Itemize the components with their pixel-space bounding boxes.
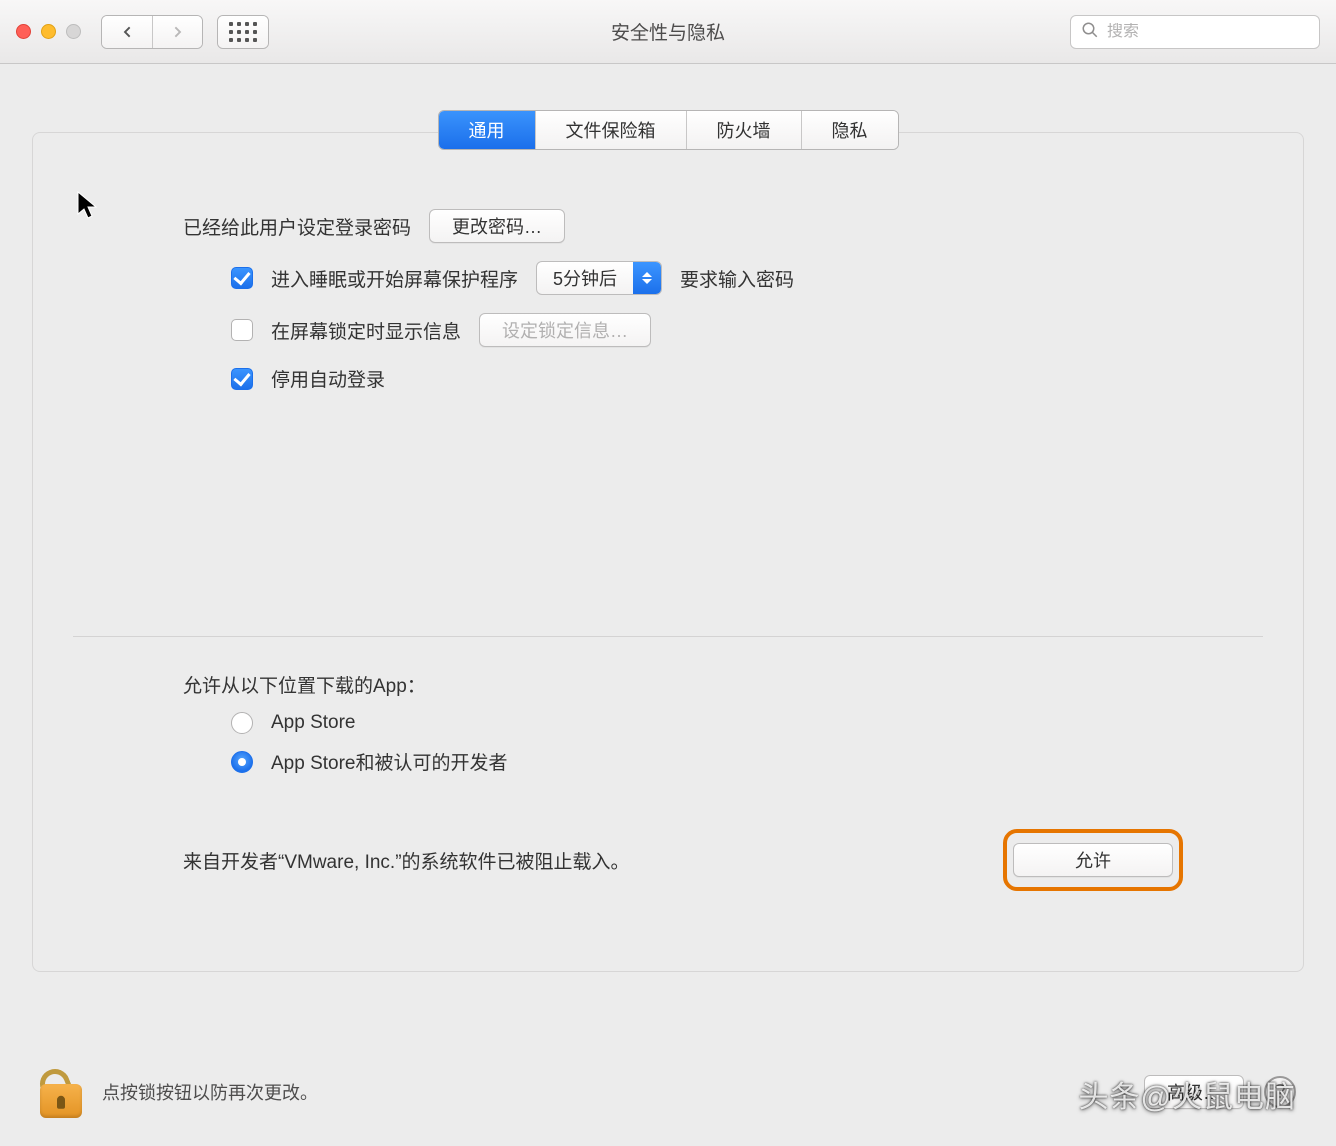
forward-button (152, 16, 202, 48)
window-titlebar: 安全性与隐私 (0, 0, 1336, 64)
window-title: 安全性与隐私 (611, 18, 725, 45)
footer: 点按锁按钮以防再次更改。 高级… ? (0, 1038, 1336, 1146)
search-icon (1081, 21, 1099, 43)
lock-icon[interactable] (40, 1066, 82, 1118)
help-button[interactable]: ? (1264, 1076, 1296, 1108)
downloads-heading: 允许从以下位置下载的App： (183, 671, 426, 698)
require-password-delay-select[interactable]: 5分钟后 (536, 261, 662, 295)
tab-bar: 通用 文件保险箱 防火墙 隐私 (32, 110, 1304, 150)
select-value: 5分钟后 (537, 265, 633, 291)
general-panel: 已经给此用户设定登录密码 更改密码… 进入睡眠或开始屏幕保护程序 5分钟后 要求… (32, 132, 1304, 972)
allow-button[interactable]: 允许 (1013, 843, 1173, 877)
chevron-right-icon (170, 24, 186, 40)
download-option-appstore-label: App Store (271, 712, 356, 734)
nav-back-forward (101, 15, 203, 49)
lock-message-checkbox[interactable] (231, 319, 253, 341)
lock-hint-label: 点按锁按钮以防再次更改。 (102, 1079, 318, 1105)
blocked-software-message: 来自开发者“VMware, Inc.”的系统软件已被阻止载入。 (183, 847, 630, 874)
allow-highlight: 允许 (1003, 829, 1183, 891)
lock-message-label: 在屏幕锁定时显示信息 (271, 317, 461, 344)
set-lock-message-button: 设定锁定信息… (479, 313, 651, 347)
disable-autologin-label: 停用自动登录 (271, 365, 385, 392)
require-password-label-post: 要求输入密码 (680, 265, 794, 292)
show-all-button[interactable] (217, 15, 269, 49)
tab-filevault[interactable]: 文件保险箱 (535, 111, 686, 149)
chevron-left-icon (119, 24, 135, 40)
download-option-appstore-radio[interactable] (231, 712, 253, 734)
minimize-window-button[interactable] (41, 24, 56, 39)
zoom-window-button (66, 24, 81, 39)
window-controls (16, 24, 81, 39)
apps-grid-icon (218, 16, 268, 48)
close-window-button[interactable] (16, 24, 31, 39)
disable-autologin-checkbox[interactable] (231, 368, 253, 390)
advanced-button[interactable]: 高级… (1144, 1075, 1244, 1109)
download-option-identified-label: App Store和被认可的开发者 (271, 748, 508, 775)
search-field[interactable] (1070, 15, 1320, 49)
change-password-button[interactable]: 更改密码… (429, 209, 565, 243)
back-button[interactable] (102, 16, 152, 48)
download-option-identified-radio[interactable] (231, 751, 253, 773)
select-stepper-icon (633, 262, 661, 294)
question-icon: ? (1274, 1081, 1285, 1104)
search-input[interactable] (1107, 23, 1314, 41)
require-password-label-pre: 进入睡眠或开始屏幕保护程序 (271, 265, 518, 292)
tab-privacy[interactable]: 隐私 (801, 111, 898, 149)
tab-firewall[interactable]: 防火墙 (686, 111, 801, 149)
divider (73, 636, 1263, 637)
password-set-label: 已经给此用户设定登录密码 (183, 213, 411, 240)
require-password-checkbox[interactable] (231, 267, 253, 289)
tab-general[interactable]: 通用 (439, 111, 535, 149)
